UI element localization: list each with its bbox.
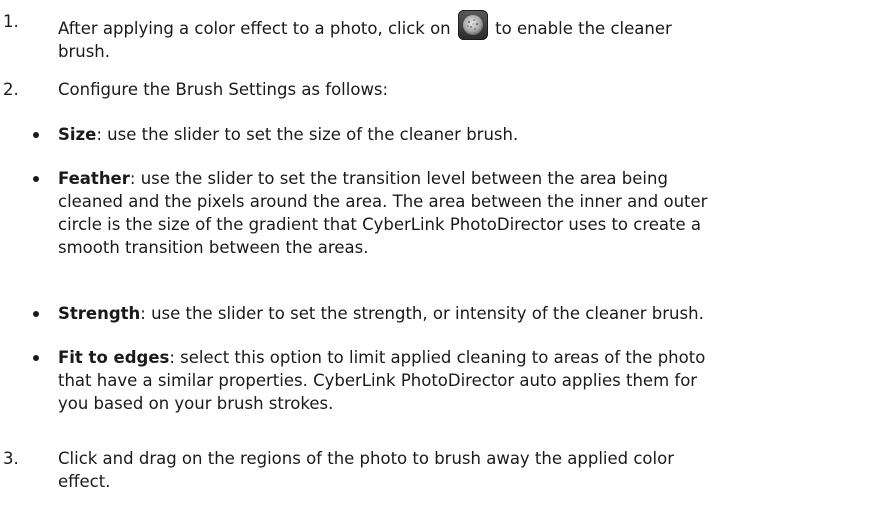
step-text-after-icon: to enable the cleaner xyxy=(489,19,672,38)
setting-term: Size xyxy=(58,125,97,144)
setting-line: circle is the size of the gradient that … xyxy=(58,215,702,234)
step-number: 1. xyxy=(3,12,19,31)
step-number: 2. xyxy=(3,80,19,99)
setting-line: Feather: use the slider to set the trans… xyxy=(58,167,853,190)
setting-text: Strength: use the slider to set the stre… xyxy=(58,302,853,325)
setting-term: Feather xyxy=(58,169,130,188)
cleaner-brush-icon xyxy=(457,10,488,40)
bullet-icon xyxy=(33,355,39,361)
setting-description: : use the slider to set the strength, or… xyxy=(140,304,704,323)
bullet-icon xyxy=(33,132,39,138)
step-line: brush. xyxy=(58,42,111,61)
setting-text: Feather: use the slider to set the trans… xyxy=(58,167,853,259)
document-page: 1. After applying a color effect to a ph… xyxy=(0,0,869,515)
step-text: Configure the Brush Settings as follows: xyxy=(58,80,389,99)
step-number: 3. xyxy=(3,449,19,468)
bullet-icon xyxy=(33,176,39,182)
setting-line: Fit to edges: select this option to limi… xyxy=(58,346,853,369)
setting-description: : select this option to limit applied cl… xyxy=(169,348,706,367)
setting-text: Fit to edges: select this option to limi… xyxy=(58,346,853,415)
setting-description: : use the slider to set the size of the … xyxy=(96,125,519,144)
step-line: effect. xyxy=(58,472,111,491)
setting-text: Size: use the slider to set the size of … xyxy=(58,123,853,146)
step-line: Click and drag on the regions of the pho… xyxy=(58,449,674,468)
setting-line: cleaned and the pixels around the area. … xyxy=(58,192,708,211)
setting-line: that have a similar properties. CyberLin… xyxy=(58,371,698,390)
step-line: After applying a color effect to a photo… xyxy=(58,10,858,40)
setting-line: smooth transition between the areas. xyxy=(58,238,369,257)
setting-term: Strength xyxy=(58,304,141,323)
setting-term: Fit to edges xyxy=(58,348,170,367)
setting-line: you based on your brush strokes. xyxy=(58,394,334,413)
setting-description: : use the slider to set the transition l… xyxy=(129,169,668,188)
step-text-before-icon: After applying a color effect to a photo… xyxy=(58,19,456,38)
step-text: Click and drag on the regions of the pho… xyxy=(58,447,858,493)
step-text: After applying a color effect to a photo… xyxy=(58,10,858,63)
bullet-icon xyxy=(33,311,39,317)
